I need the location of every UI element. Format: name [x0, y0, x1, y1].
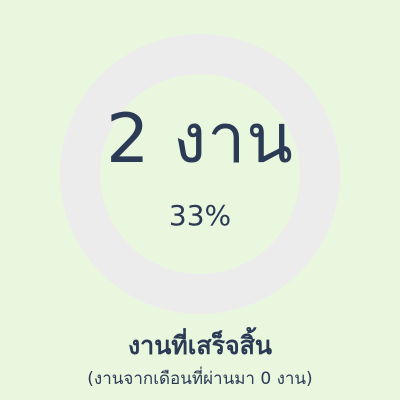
completed-tasks-percent: 33%	[168, 199, 232, 232]
completed-tasks-count: 2 งาน	[106, 100, 294, 179]
completed-tasks-label: งานที่เสร็จสิ้น	[127, 331, 273, 360]
previous-month-note: (งานจากเดือนที่ผ่านมา 0 งาน)	[87, 369, 313, 389]
